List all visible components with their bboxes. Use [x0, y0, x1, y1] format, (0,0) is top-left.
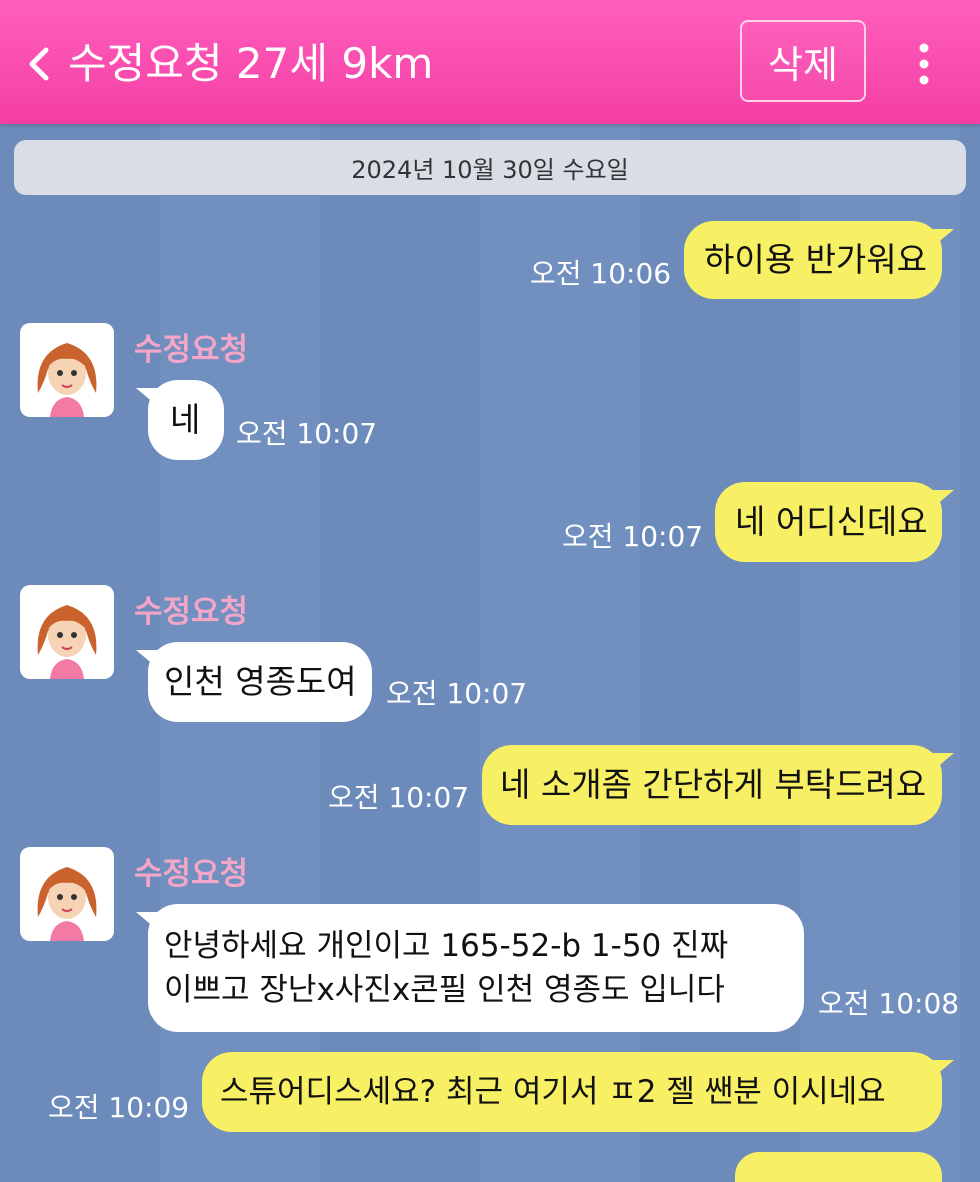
chat-header: 수정요청 27세 9km 삭제 — [0, 0, 980, 124]
my-message-bubble[interactable]: 네 소개좀 간단하게 부탁드려요 — [482, 745, 954, 825]
message-text: 네 어디신데요 — [735, 502, 928, 541]
message-time: 오전 10:06 — [530, 257, 672, 290]
message-text-line: 이쁘고 장난x사진x콘필 인천 영종도 입니다 — [164, 972, 725, 1008]
girl-avatar-icon — [37, 343, 97, 417]
message-time: 오전 10:07 — [386, 677, 528, 710]
my-message-bubble[interactable]: 스튜어디스세요? 최근 여기서 ㅍ2 젤 쌘분 이시네요 — [202, 1052, 954, 1132]
message-text: 네 — [170, 400, 201, 439]
date-divider: 2024년 10월 30일 수요일 — [14, 140, 966, 195]
contact-avatar[interactable] — [20, 847, 114, 941]
message-text: 스튜어디스세요? 최근 여기서 ㅍ2 젤 쌘분 이시네요 — [220, 1074, 886, 1110]
other-message-bubble[interactable]: 안녕하세요 개인이고 165-52-b 1-50 진짜 이쁘고 장난x사진x콘필… — [136, 904, 804, 1032]
message-text-line: 안녕하세요 개인이고 165-52-b 1-50 진짜 — [164, 928, 729, 964]
girl-avatar-icon — [37, 867, 97, 941]
chevron-left-icon[interactable] — [22, 44, 56, 84]
girl-avatar-icon — [37, 605, 97, 679]
contact-avatar[interactable] — [20, 585, 114, 679]
my-message-bubble[interactable]: 네 어디신데요 — [715, 482, 954, 562]
delete-button[interactable]: 삭제 — [740, 20, 866, 102]
message-text: 네 소개좀 간단하게 부탁드려요 — [500, 765, 927, 804]
other-message-bubble[interactable]: 인천 영종도여 — [136, 642, 372, 722]
my-message-bubble[interactable]: 하이용 반가워요 — [684, 221, 954, 299]
message-time: 오전 10:07 — [562, 520, 704, 553]
message-text: 인천 영종도여 — [164, 662, 357, 701]
chat-title: 수정요청 27세 9km — [68, 39, 434, 88]
message-time: 오전 10:08 — [818, 987, 960, 1020]
sender-name: 수정요청 — [134, 332, 249, 368]
my-message-bubble-partial[interactable] — [735, 1152, 942, 1182]
contact-avatar[interactable] — [20, 323, 114, 417]
message-time: 오전 10:07 — [236, 417, 378, 450]
sender-name: 수정요청 — [134, 856, 249, 892]
sender-name: 수정요청 — [134, 594, 249, 630]
message-time: 오전 10:07 — [328, 781, 470, 814]
message-time: 오전 10:09 — [48, 1091, 190, 1124]
other-message-bubble[interactable]: 네 — [136, 380, 224, 460]
message-text: 하이용 반가워요 — [704, 240, 928, 279]
more-vertical-icon[interactable] — [906, 40, 942, 88]
